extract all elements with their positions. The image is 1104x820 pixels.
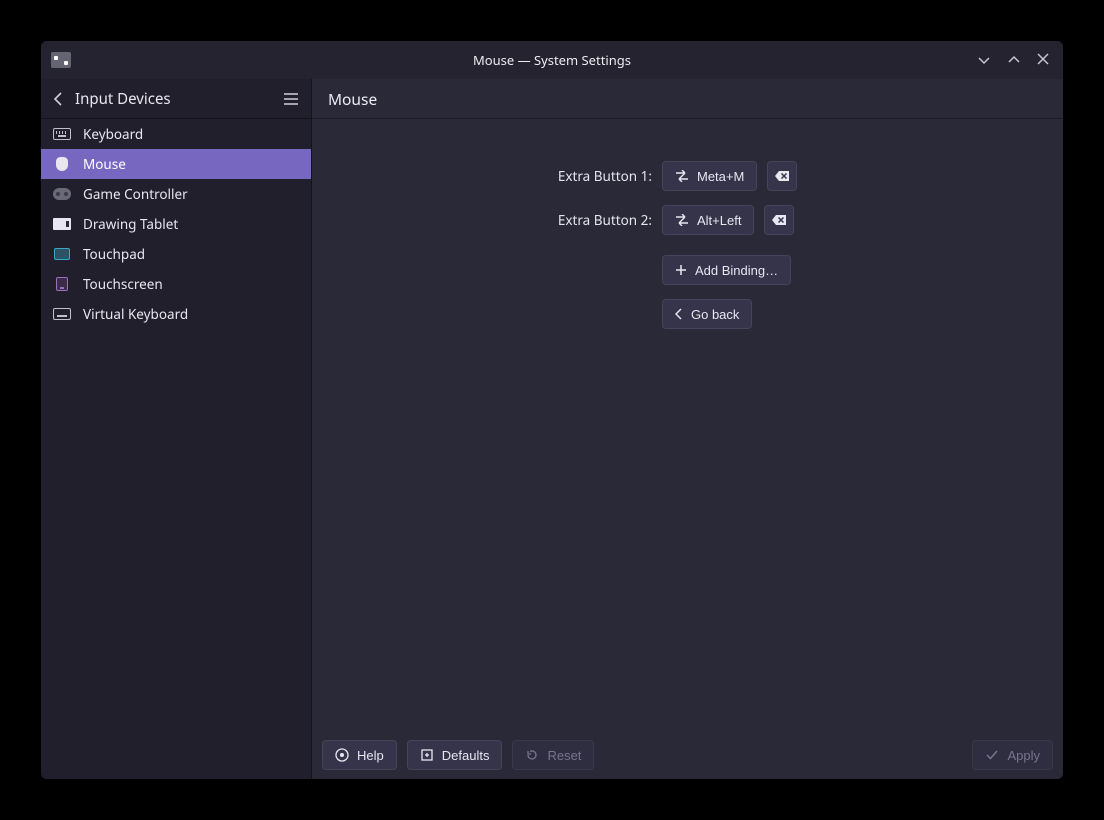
binding-2-label: Extra Button 2:: [312, 211, 652, 229]
window-title: Mouse — System Settings: [473, 51, 631, 69]
binding-1-clear-button[interactable]: [767, 161, 797, 191]
binding-1-label: Extra Button 1:: [312, 167, 652, 185]
sidebar-items: Keyboard Mouse Game Controller Drawing T…: [41, 119, 311, 329]
main-header: Mouse: [312, 79, 1063, 119]
binding-1-shortcut: Meta+M: [697, 169, 744, 184]
sidebar-item-keyboard[interactable]: Keyboard: [41, 119, 311, 149]
sidebar-item-mouse[interactable]: Mouse: [41, 149, 311, 179]
apply-button[interactable]: Apply: [972, 740, 1053, 770]
keyboard-icon: [53, 127, 71, 141]
apply-label: Apply: [1007, 748, 1040, 763]
reset-icon: [525, 748, 539, 762]
help-label: Help: [357, 748, 384, 763]
binding-row-1: Extra Button 1: Meta+M: [312, 161, 1063, 191]
drawing-tablet-icon: [53, 217, 71, 231]
clear-icon: [774, 170, 790, 182]
close-button[interactable]: [1037, 53, 1049, 67]
add-binding-row: Add Binding…: [662, 255, 1063, 285]
main-content: Extra Button 1: Meta+M Extra Butt: [312, 119, 1063, 731]
app-icon: [51, 52, 71, 68]
binding-1-shortcut-button[interactable]: Meta+M: [662, 161, 757, 191]
help-icon: [335, 748, 349, 762]
clear-icon: [771, 214, 787, 226]
maximize-button[interactable]: [1007, 53, 1021, 67]
defaults-label: Defaults: [442, 748, 490, 763]
titlebar: Mouse — System Settings: [41, 41, 1063, 79]
chevron-left-icon: [675, 308, 683, 320]
sidebar-item-touchpad[interactable]: Touchpad: [41, 239, 311, 269]
sidebar-item-drawing-tablet[interactable]: Drawing Tablet: [41, 209, 311, 239]
sidebar-item-label: Touchscreen: [83, 275, 163, 293]
binding-2-shortcut: Alt+Left: [697, 213, 741, 228]
window-controls: [977, 53, 1063, 67]
sidebar-item-label: Touchpad: [83, 245, 145, 263]
back-button[interactable]: [53, 91, 63, 107]
sidebar: Input Devices Keyboard Mouse Game Contro…: [41, 79, 312, 779]
main-panel: Mouse Extra Button 1: Meta+M: [312, 79, 1063, 779]
defaults-icon: [420, 748, 434, 762]
go-back-button[interactable]: Go back: [662, 299, 752, 329]
sidebar-item-label: Virtual Keyboard: [83, 305, 188, 323]
sidebar-item-game-controller[interactable]: Game Controller: [41, 179, 311, 209]
sidebar-title: Input Devices: [75, 89, 171, 109]
plus-icon: [675, 264, 687, 276]
touchscreen-icon: [53, 277, 71, 291]
remap-icon: [675, 170, 689, 182]
go-back-label: Go back: [691, 307, 739, 322]
virtual-keyboard-icon: [53, 307, 71, 321]
sidebar-item-label: Mouse: [83, 155, 126, 173]
help-button[interactable]: Help: [322, 740, 397, 770]
sidebar-item-label: Drawing Tablet: [83, 215, 178, 233]
footer: Help Defaults Reset: [312, 731, 1063, 779]
reset-label: Reset: [547, 748, 581, 763]
page-title: Mouse: [328, 88, 377, 110]
binding-2-clear-button[interactable]: [764, 205, 794, 235]
sidebar-item-touchscreen[interactable]: Touchscreen: [41, 269, 311, 299]
remap-icon: [675, 214, 689, 226]
sidebar-item-virtual-keyboard[interactable]: Virtual Keyboard: [41, 299, 311, 329]
sidebar-item-label: Game Controller: [83, 185, 188, 203]
binding-row-2: Extra Button 2: Alt+Left: [312, 205, 1063, 235]
touchpad-icon: [53, 247, 71, 261]
reset-button[interactable]: Reset: [512, 740, 594, 770]
hamburger-menu-button[interactable]: [283, 92, 299, 106]
check-icon: [985, 749, 999, 761]
defaults-button[interactable]: Defaults: [407, 740, 503, 770]
sidebar-header: Input Devices: [41, 79, 311, 119]
minimize-button[interactable]: [977, 53, 991, 67]
window-body: Input Devices Keyboard Mouse Game Contro…: [41, 79, 1063, 779]
app-window: Mouse — System Settings Input Devices: [41, 41, 1063, 779]
sidebar-item-label: Keyboard: [83, 125, 143, 143]
mouse-icon: [53, 157, 71, 171]
add-binding-button[interactable]: Add Binding…: [662, 255, 791, 285]
go-back-row: Go back: [662, 299, 1063, 329]
add-binding-label: Add Binding…: [695, 263, 778, 278]
game-controller-icon: [53, 187, 71, 201]
binding-2-shortcut-button[interactable]: Alt+Left: [662, 205, 754, 235]
